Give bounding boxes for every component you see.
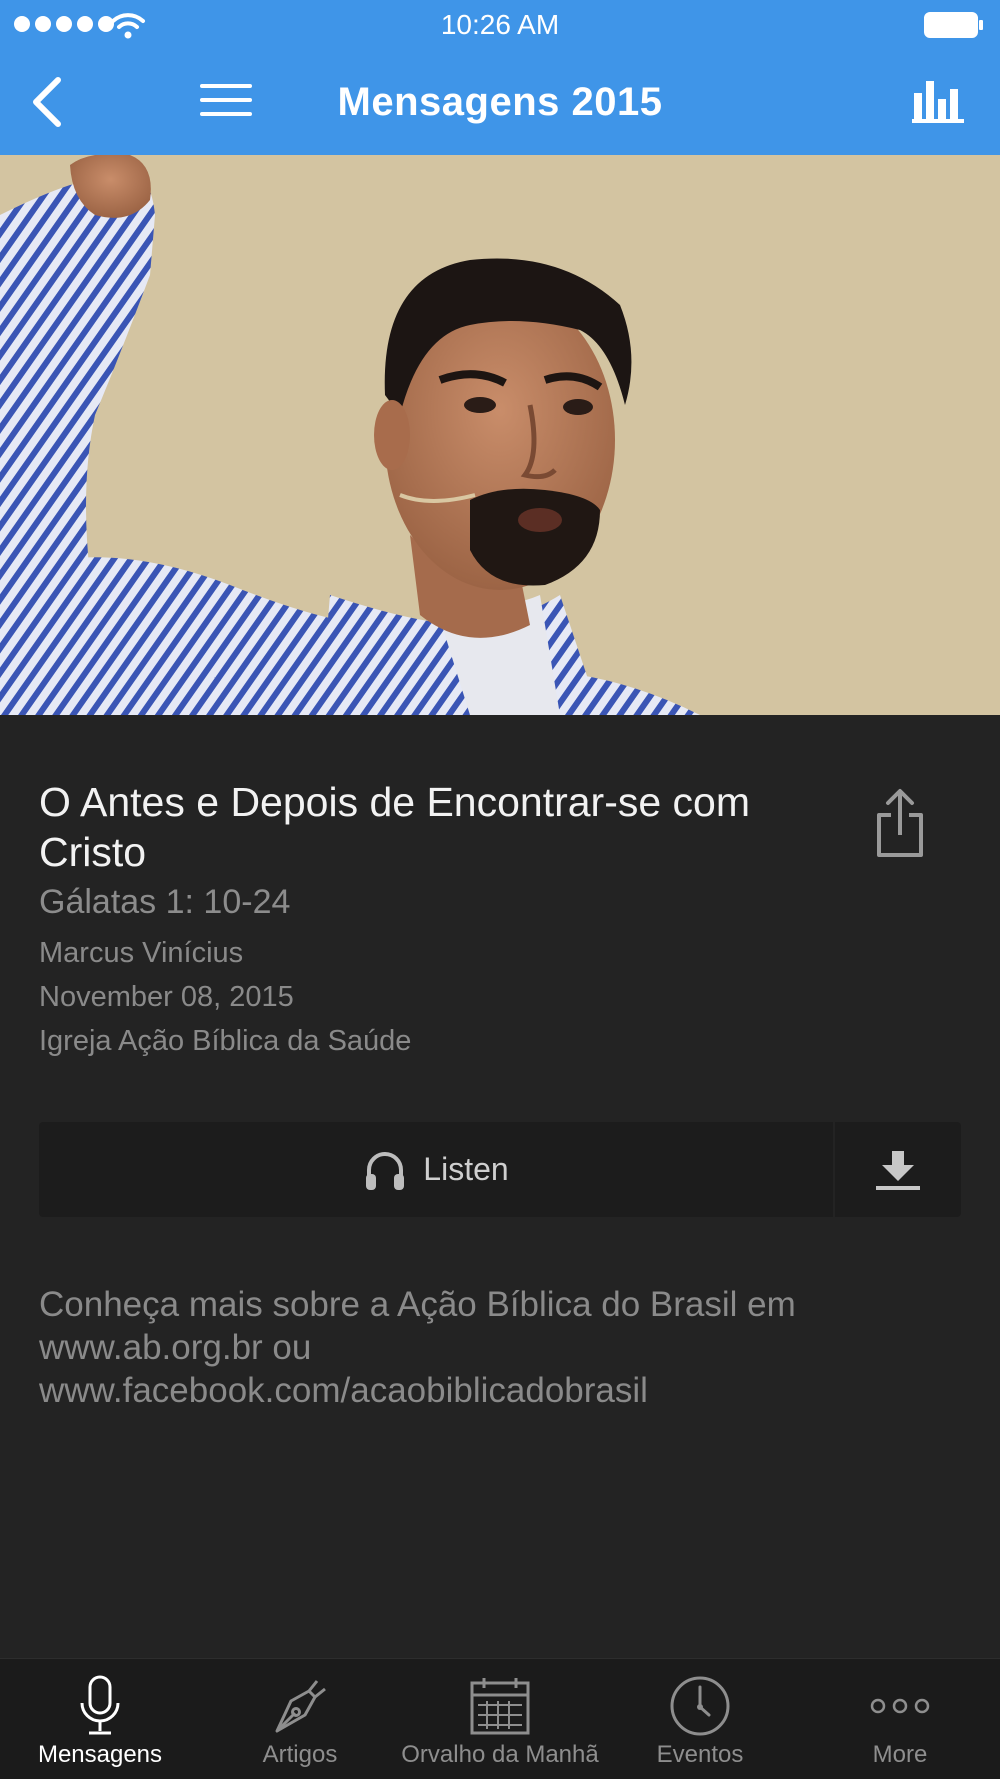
speaker-name: Marcus Vinícius: [39, 937, 244, 969]
download-icon: [876, 1150, 920, 1190]
message-date: November 08, 2015: [39, 981, 294, 1013]
facebook-link[interactable]: www.facebook.com/acaobiblicadobrasil: [39, 1369, 959, 1412]
status-bar: 10:26 AM: [0, 0, 1000, 50]
website-link[interactable]: www.ab.org.br ou: [39, 1326, 959, 1369]
battery-icon: [924, 12, 983, 38]
more-icon: [870, 1698, 930, 1714]
tab-label: Eventos: [656, 1741, 744, 1768]
tab-artigos[interactable]: Artigos: [200, 1659, 400, 1779]
church-name: Igreja Ação Bíblica da Saúde: [39, 1025, 412, 1057]
speaker-photo-illustration: [0, 155, 1000, 715]
scripture-reference: Gálatas 1: 10-24: [39, 883, 291, 921]
clock-icon: [670, 1676, 730, 1736]
description-line: Conheça mais sobre a Ação Bíblica do Bra…: [39, 1285, 796, 1324]
tab-label: More: [872, 1741, 928, 1768]
tab-orvalho-da-manha[interactable]: Orvalho da Manhã: [400, 1659, 600, 1779]
tab-label: Artigos: [262, 1741, 338, 1768]
speaker-photo: [0, 155, 1000, 715]
message-detail: O Antes e Depois de Encontrar-se com Cri…: [0, 715, 1000, 1655]
tab-bar: Mensagens Artigos Orvalho da Manhã Event…: [0, 1658, 1000, 1779]
message-title: O Antes e Depois de Encontrar-se com Cri…: [39, 779, 751, 875]
listen-label: Listen: [423, 1151, 509, 1187]
top-bar: 10:26 AM Mensagens 2015: [0, 0, 1000, 155]
tab-label: Mensagens: [37, 1741, 163, 1768]
share-icon[interactable]: [874, 787, 926, 859]
status-time: 10:26 AM: [440, 9, 560, 40]
tab-eventos[interactable]: Eventos: [600, 1659, 800, 1779]
headphones-icon: [366, 1151, 405, 1190]
navigation-bar: Mensagens 2015: [0, 50, 1000, 155]
calendar-icon: [470, 1678, 530, 1735]
microphone-icon: [80, 1675, 120, 1735]
tab-more[interactable]: More: [800, 1659, 1000, 1779]
page-title: Mensagens 2015: [337, 80, 663, 124]
pen-nib-icon: [275, 1680, 326, 1733]
description-text: Conheça mais sobre a Ação Bíblica do Bra…: [39, 1283, 959, 1412]
tab-mensagens[interactable]: Mensagens: [0, 1659, 200, 1779]
bar-chart-icon[interactable]: [912, 77, 964, 123]
media-actions: Listen: [39, 1122, 961, 1217]
download-button[interactable]: [835, 1122, 961, 1217]
listen-button[interactable]: Listen: [39, 1122, 833, 1217]
tab-label: Orvalho da Manhã: [401, 1741, 599, 1768]
